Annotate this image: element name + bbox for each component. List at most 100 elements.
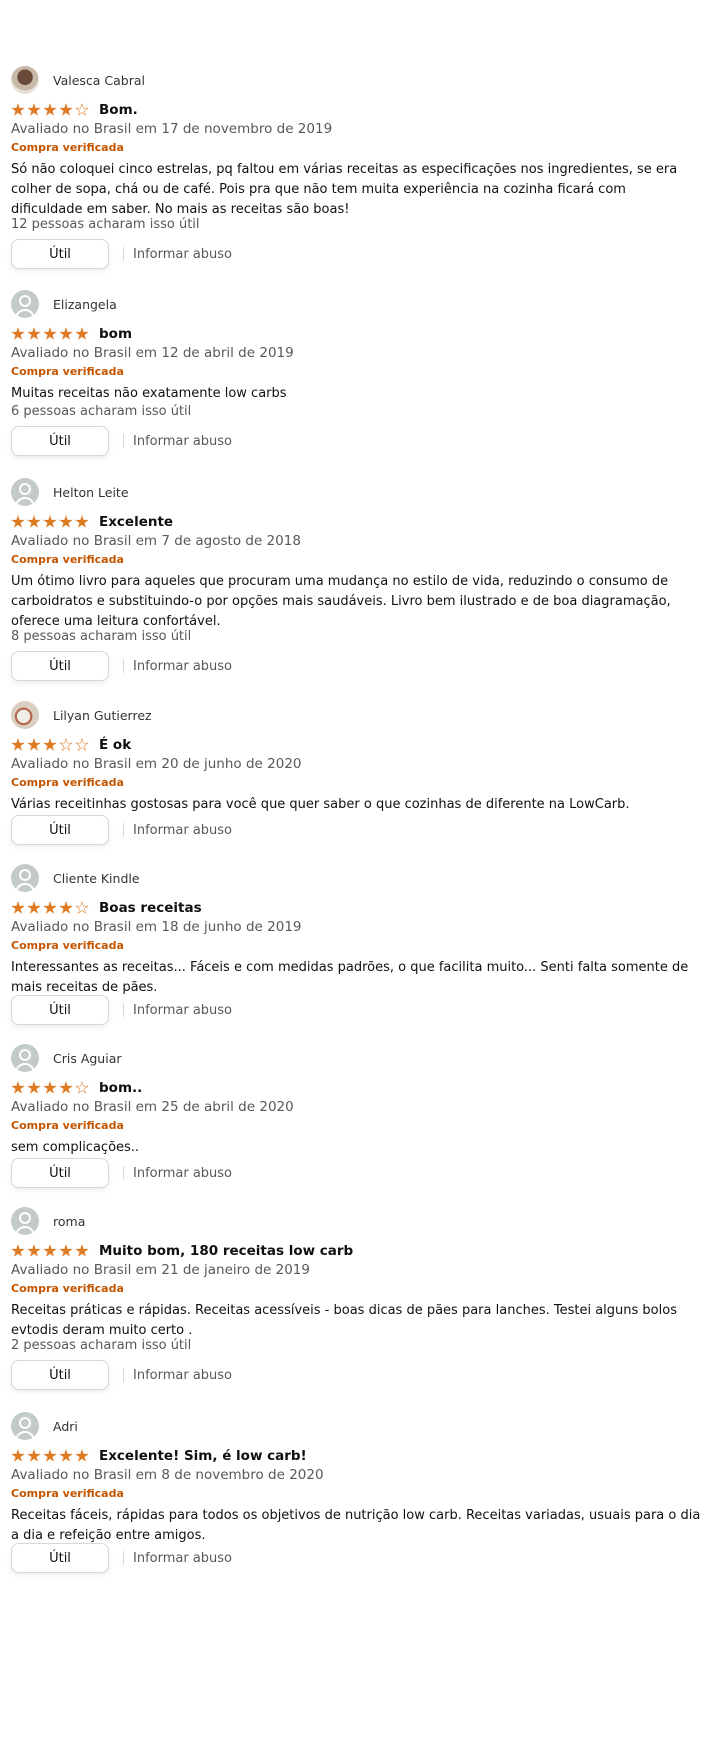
review-title-row[interactable]: Excelente (11, 512, 173, 532)
helpful-count: 2 pessoas acharam isso útil (11, 1338, 192, 1353)
review-title-row[interactable]: bom.. (11, 1078, 142, 1098)
reviewer-name[interactable]: Cliente Kindle (53, 871, 140, 886)
reviewer-profile[interactable]: Adri (11, 1412, 78, 1440)
helpful-button[interactable]: Útil (11, 426, 109, 456)
star-filled-icon (75, 1449, 89, 1462)
reviewer-name[interactable]: roma (53, 1214, 85, 1229)
star-filled-icon (27, 738, 41, 751)
review-title[interactable]: Bom. (99, 102, 138, 118)
review-actions: Útil Informar abuso (11, 651, 232, 681)
reviewer-profile[interactable]: Valesca Cabral (11, 66, 145, 94)
reviewer-profile[interactable]: Cliente Kindle (11, 864, 140, 892)
review-text: Receitas fáceis, rápidas para todos os o… (11, 1508, 701, 1543)
star-filled-icon (27, 103, 41, 116)
avatar (11, 66, 39, 94)
star-filled-icon (11, 515, 25, 528)
star-rating (11, 1449, 91, 1463)
reviewer-profile[interactable]: Helton Leite (11, 478, 129, 506)
report-abuse-link[interactable]: Informar abuso (133, 659, 232, 674)
star-filled-icon (43, 1449, 57, 1462)
report-abuse-link[interactable]: Informar abuso (133, 1551, 232, 1566)
verified-purchase-badge: Compra verificada (11, 776, 124, 789)
star-filled-icon (27, 1449, 41, 1462)
star-filled-icon (27, 901, 41, 914)
star-filled-icon (11, 1449, 25, 1462)
reviewer-name[interactable]: Elizangela (53, 297, 117, 312)
verified-purchase-badge: Compra verificada (11, 1282, 124, 1295)
reviewer-profile[interactable]: Cris Aguiar (11, 1044, 122, 1072)
report-abuse-link[interactable]: Informar abuso (133, 1368, 232, 1383)
review-title-row[interactable]: bom (11, 324, 132, 344)
avatar-head-shape (19, 1212, 31, 1224)
reviewer-name[interactable]: Valesca Cabral (53, 73, 145, 88)
verified-purchase-badge: Compra verificada (11, 1119, 124, 1132)
helpful-button[interactable]: Útil (11, 995, 109, 1025)
actions-divider (123, 247, 124, 261)
avatar-body-shape (15, 497, 35, 506)
report-abuse-link[interactable]: Informar abuso (133, 247, 232, 262)
star-filled-icon (43, 738, 57, 751)
reviewer-profile[interactable]: Lilyan Gutierrez (11, 701, 152, 729)
actions-divider (123, 1368, 124, 1382)
default-user-icon (11, 1044, 39, 1072)
default-user-icon (11, 1412, 39, 1440)
star-empty-icon (75, 738, 89, 751)
verified-purchase-badge: Compra verificada (11, 553, 124, 566)
review-title-row[interactable]: Boas receitas (11, 898, 202, 918)
avatar-body-shape (15, 1431, 35, 1440)
star-filled-icon (11, 327, 25, 340)
helpful-button[interactable]: Útil (11, 651, 109, 681)
review-title-row[interactable]: Muito bom, 180 receitas low carb (11, 1241, 353, 1261)
avatar-body-shape (15, 309, 35, 318)
reviewer-name[interactable]: Cris Aguiar (53, 1051, 122, 1066)
star-filled-icon (11, 1081, 25, 1094)
star-filled-icon (59, 1449, 73, 1462)
default-user-icon (11, 864, 39, 892)
review-text: Muitas receitas não exatamente low carbs (11, 386, 287, 401)
star-filled-icon (27, 1081, 41, 1094)
star-filled-icon (43, 515, 57, 528)
report-abuse-link[interactable]: Informar abuso (133, 434, 232, 449)
default-user-icon (11, 1207, 39, 1235)
review-title-row[interactable]: É ok (11, 735, 131, 755)
actions-divider (123, 434, 124, 448)
star-rating (11, 901, 91, 915)
review-title[interactable]: bom.. (99, 1080, 142, 1096)
helpful-button[interactable]: Útil (11, 239, 109, 269)
reviewer-name[interactable]: Adri (53, 1419, 78, 1434)
review-title[interactable]: Muito bom, 180 receitas low carb (99, 1243, 353, 1259)
report-abuse-link[interactable]: Informar abuso (133, 1166, 232, 1181)
star-rating (11, 327, 91, 341)
review-title[interactable]: Boas receitas (99, 900, 202, 916)
verified-purchase-badge: Compra verificada (11, 1487, 124, 1500)
helpful-button[interactable]: Útil (11, 1158, 109, 1188)
verified-purchase-badge: Compra verificada (11, 141, 124, 154)
review-title[interactable]: É ok (99, 737, 131, 753)
reviewer-profile[interactable]: roma (11, 1207, 85, 1235)
review-title[interactable]: Excelente (99, 514, 173, 530)
star-empty-icon (75, 901, 89, 914)
review-title-row[interactable]: Excelente! Sim, é low carb! (11, 1446, 307, 1466)
star-filled-icon (59, 515, 73, 528)
review-actions: Útil Informar abuso (11, 1158, 232, 1188)
report-abuse-link[interactable]: Informar abuso (133, 823, 232, 838)
report-abuse-link[interactable]: Informar abuso (133, 1003, 232, 1018)
star-filled-icon (75, 1244, 89, 1257)
star-rating (11, 103, 91, 117)
helpful-button[interactable]: Útil (11, 1360, 109, 1390)
actions-divider (123, 823, 124, 837)
helpful-button[interactable]: Útil (11, 815, 109, 845)
review-text: Várias receitinhas gostosas para você qu… (11, 797, 630, 812)
reviewer-name[interactable]: Helton Leite (53, 485, 129, 500)
review-title-row[interactable]: Bom. (11, 100, 138, 120)
reviewer-name[interactable]: Lilyan Gutierrez (53, 708, 152, 723)
review-title[interactable]: bom (99, 326, 132, 342)
avatar-head-shape (19, 869, 31, 881)
helpful-button[interactable]: Útil (11, 1543, 109, 1573)
default-user-icon (11, 478, 39, 506)
star-filled-icon (43, 103, 57, 116)
review-title[interactable]: Excelente! Sim, é low carb! (99, 1448, 307, 1464)
star-filled-icon (27, 1244, 41, 1257)
reviewer-profile[interactable]: Elizangela (11, 290, 117, 318)
review-text: Interessantes as receitas... Fáceis e co… (11, 960, 689, 995)
